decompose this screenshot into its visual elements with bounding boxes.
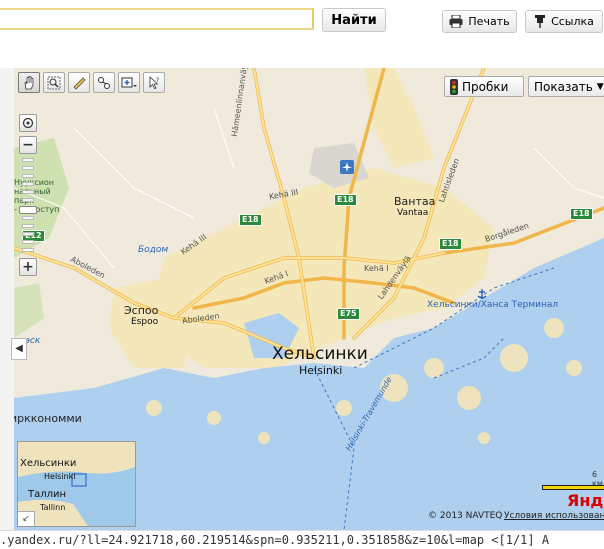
find-button[interactable]: Найти xyxy=(322,8,386,32)
scale-bar xyxy=(542,485,604,490)
zoom-slider[interactable] xyxy=(19,158,37,254)
show-layers-button[interactable]: Показать ▼ xyxy=(528,76,604,97)
zoom-in-button[interactable]: + xyxy=(19,258,37,276)
target-icon xyxy=(22,117,34,129)
show-label: Показать xyxy=(534,79,593,94)
locate-button[interactable] xyxy=(19,114,37,132)
label-vantaa-fi: Vantaa xyxy=(397,208,429,218)
traffic-label: Пробки xyxy=(462,79,509,94)
minimap-label-helsinki-fi: Helsinki xyxy=(44,472,76,481)
label-kirkkonummi: ирккономми xyxy=(14,412,82,425)
search-input[interactable] xyxy=(0,8,314,30)
collapse-panel-arrow-icon[interactable]: ◀ xyxy=(11,338,27,360)
map-tools: ? xyxy=(18,72,165,93)
yandex-logo: Яндекс xyxy=(567,491,604,510)
cursor-tool[interactable]: ? xyxy=(143,72,165,93)
print-label: Печать xyxy=(468,15,510,28)
print-button[interactable]: Печать xyxy=(442,10,517,33)
minus-icon: − xyxy=(22,137,34,153)
pin-icon xyxy=(535,15,546,28)
copyright: © 2013 NAVTEQ xyxy=(428,511,503,521)
printer-icon xyxy=(449,15,463,28)
status-bar-url: .yandex.ru/?ll=24.921718,60.219514&spn=0… xyxy=(0,530,604,549)
zoom-control: − + xyxy=(19,114,37,280)
hw-e18-4: E18 xyxy=(570,208,593,220)
terms-link[interactable]: Условия использования xyxy=(504,511,604,521)
route-icon xyxy=(98,76,110,89)
zoom-slider-thumb[interactable] xyxy=(19,206,37,214)
label-ring1-east: Kehä I xyxy=(364,264,389,273)
plus-icon: + xyxy=(22,259,34,275)
minimap-canvas xyxy=(18,442,135,526)
route-tool[interactable] xyxy=(93,72,115,93)
anchor-icon xyxy=(477,289,487,299)
label-bodom: Бодом xyxy=(138,245,169,255)
map-view[interactable]: Хельсинки Helsinki Вантаа Vantaa Эспоо E… xyxy=(14,68,604,530)
overview-minimap[interactable]: Хельсинки Helsinki Таллин Tallinn ↙ xyxy=(17,441,136,527)
label-vantaa: Вантаа xyxy=(394,195,436,208)
hand-icon xyxy=(24,75,34,89)
hw-e75: E75 xyxy=(337,308,360,320)
ruler-icon xyxy=(73,76,86,90)
placemark-tool[interactable] xyxy=(118,72,140,93)
hw-e18-3: E18 xyxy=(439,238,462,250)
cursor-icon: ? xyxy=(149,75,159,89)
minimap-toggle-icon[interactable]: ↙ xyxy=(18,511,35,526)
minimap-label-tallinn-fi: Tallinn xyxy=(40,503,66,512)
minimap-label-tallinn: Таллин xyxy=(28,489,67,500)
traffic-button[interactable]: Пробки xyxy=(444,76,524,97)
airport-icon xyxy=(340,160,354,174)
label-helsinki-fi: Helsinki xyxy=(299,364,343,377)
hand-tool[interactable] xyxy=(18,72,40,93)
minimap-label-helsinki: Хельсинки xyxy=(20,458,77,469)
top-bar: Найти Печать Ссылка xyxy=(0,0,604,68)
zoom-out-button[interactable]: − xyxy=(19,136,37,154)
chevron-down-icon: ▼ xyxy=(596,81,604,92)
ruler-tool[interactable] xyxy=(68,72,90,93)
placemark-icon xyxy=(121,77,137,87)
label-harbour: Хельсинки/Ханса Терминал xyxy=(427,300,559,310)
link-button[interactable]: Ссылка xyxy=(525,10,603,33)
left-gutter xyxy=(0,68,15,530)
magnifier-icon xyxy=(47,76,61,89)
hw-e18-1: E18 xyxy=(239,214,262,226)
link-label: Ссылка xyxy=(551,15,594,28)
label-helsinki: Хельсинки xyxy=(272,344,368,364)
label-espoo-fi: Espoo xyxy=(131,317,159,327)
label-espoo: Эспоо xyxy=(124,304,159,317)
hw-e18-2: E18 xyxy=(334,194,357,206)
zoom-tool[interactable] xyxy=(43,72,65,93)
svg-text:?: ? xyxy=(156,77,159,84)
traffic-light-icon xyxy=(450,78,458,95)
